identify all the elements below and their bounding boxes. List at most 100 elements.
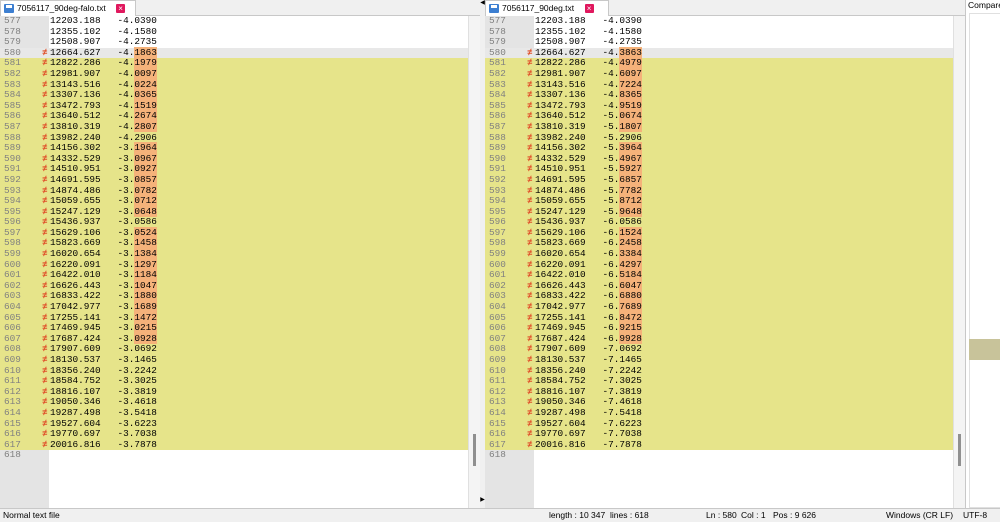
x-value: 18130.537 <box>50 354 101 365</box>
x-value: 13640.512 <box>50 110 101 122</box>
x-value: 13982.240 <box>535 131 586 143</box>
x-value: 16220.091 <box>535 258 586 270</box>
diff-highlight: 0928 <box>134 332 157 344</box>
x-value: 17255.141 <box>535 311 586 323</box>
diff-highlight: 2674 <box>134 110 157 122</box>
x-value: 16833.422 <box>50 290 101 302</box>
y-value: -3.3819 <box>117 385 157 397</box>
diff-highlight: 9215 <box>619 322 642 334</box>
y-value-prefix: -5. <box>602 184 620 196</box>
y-value-prefix: -4. <box>117 46 135 58</box>
arrow-up-icon[interactable]: ◀ <box>480 0 485 6</box>
line-number: 582 <box>489 67 506 79</box>
scroll-thumb[interactable] <box>473 434 476 466</box>
diff-highlight: 0224 <box>134 78 157 90</box>
y-value: -4.2735 <box>602 36 642 48</box>
x-value: 13143.516 <box>50 78 101 90</box>
line-number: 614 <box>489 406 506 418</box>
tab-right-file[interactable]: 7056117_90deg.txt × <box>485 0 609 16</box>
scroll-thumb[interactable] <box>958 434 961 466</box>
diff-highlight: 1458 <box>134 237 157 249</box>
x-value: 19050.346 <box>50 396 101 408</box>
x-value: 16626.443 <box>50 279 101 291</box>
x-value: 12508.907 <box>50 36 101 48</box>
x-value: 13307.136 <box>535 89 586 101</box>
editor-line[interactable]: 617 ≢ 20016.816 -7.7878 <box>485 439 953 451</box>
x-value: 15436.937 <box>50 216 101 228</box>
x-value: 13810.319 <box>50 120 101 132</box>
diff-highlight: 7224 <box>619 78 642 90</box>
tab-left-file[interactable]: 7056117_90deg-falo.txt × <box>0 0 136 16</box>
x-value: 12822.286 <box>535 57 586 69</box>
y-value-prefix: -6. <box>602 279 620 291</box>
x-value: 12822.286 <box>50 57 101 69</box>
x-value: 20016.816 <box>50 438 101 450</box>
y-value-prefix: -5. <box>602 163 620 175</box>
x-value: 17687.424 <box>535 332 586 344</box>
status-length: length : 10 347 <box>549 510 606 520</box>
changed-line-marker-icon: ≢ <box>527 406 533 418</box>
y-value-prefix: -4. <box>602 89 620 101</box>
right-lines: 577 12203.188 -4.0390 578 12355.102 -4.1580… <box>485 16 953 461</box>
x-value: 17907.609 <box>535 343 586 355</box>
tab-label: 7056117_90deg.txt <box>502 3 575 13</box>
right-vertical-scrollbar[interactable] <box>953 16 965 508</box>
x-value: 19050.346 <box>535 396 586 408</box>
y-value-prefix: -6. <box>602 226 620 238</box>
y-value-prefix: -3. <box>117 205 135 217</box>
x-value: 14156.302 <box>50 142 101 154</box>
x-value: 18816.107 <box>535 385 586 397</box>
diff-highlight: 0712 <box>134 195 157 207</box>
left-editor[interactable]: 577 12203.188 -4.0390 578 12355.102 -4.1580… <box>0 16 468 508</box>
x-value: 12981.907 <box>50 67 101 79</box>
diff-highlight: 0524 <box>134 226 157 238</box>
line-number: 587 <box>4 120 21 132</box>
right-editor[interactable]: 577 12203.188 -4.0390 578 12355.102 -4.1580… <box>485 16 953 508</box>
x-value: 17687.424 <box>50 332 101 344</box>
y-value-prefix: -3. <box>117 226 135 238</box>
compare-panel-title: Compare <box>968 0 1000 10</box>
close-icon[interactable]: × <box>584 4 594 14</box>
x-value: 12981.907 <box>535 67 586 79</box>
editor-line[interactable]: 618 <box>485 450 953 461</box>
diff-highlight: 1297 <box>134 258 157 270</box>
y-value-prefix: -5. <box>602 152 620 164</box>
diff-highlight: 5184 <box>619 269 642 281</box>
x-value: 19287.498 <box>50 406 101 418</box>
editor-line[interactable]: 618 <box>0 450 468 461</box>
x-value: 19770.697 <box>50 428 101 440</box>
y-value: -3.1465 <box>117 354 157 365</box>
x-value: 18356.240 <box>50 364 101 376</box>
line-number: 609 <box>4 354 21 365</box>
x-value: 15629.106 <box>50 226 101 238</box>
left-vertical-scrollbar[interactable] <box>468 16 480 508</box>
x-value: 14156.302 <box>535 142 586 154</box>
y-value-prefix: -4. <box>602 78 620 90</box>
diff-highlight: 6857 <box>619 173 642 185</box>
line-number: 577 <box>4 16 21 26</box>
x-value: 12203.188 <box>50 16 101 26</box>
y-value-prefix: -3. <box>117 152 135 164</box>
diff-highlight: 1807 <box>619 120 642 132</box>
close-icon[interactable]: × <box>116 4 126 14</box>
diff-highlight: 8472 <box>619 311 642 323</box>
x-value: 15823.669 <box>50 237 101 249</box>
y-value-prefix: -3. <box>117 142 135 154</box>
diff-highlight: 0857 <box>134 173 157 185</box>
diff-highlight: 1519 <box>134 99 157 111</box>
x-value: 12664.627 <box>50 46 101 58</box>
changed-line-marker-icon: ≢ <box>42 67 48 79</box>
compare-map[interactable] <box>969 13 1000 508</box>
y-value: -7.3025 <box>602 375 642 387</box>
diff-highlight: 4967 <box>619 152 642 164</box>
x-value: 13640.512 <box>535 110 586 122</box>
diff-highlight: 0967 <box>134 152 157 164</box>
changed-line-marker-icon: ≢ <box>42 120 48 132</box>
y-value-prefix: -6. <box>602 237 620 249</box>
compare-map-viewport[interactable] <box>969 339 1000 360</box>
editor-line[interactable]: 617 ≢ 20016.816 -3.7878 <box>0 438 468 451</box>
x-value: 17042.977 <box>535 301 586 313</box>
changed-line-marker-icon: ≢ <box>42 354 48 365</box>
x-value: 18584.752 <box>50 375 101 387</box>
y-value: -3.6223 <box>117 417 157 429</box>
